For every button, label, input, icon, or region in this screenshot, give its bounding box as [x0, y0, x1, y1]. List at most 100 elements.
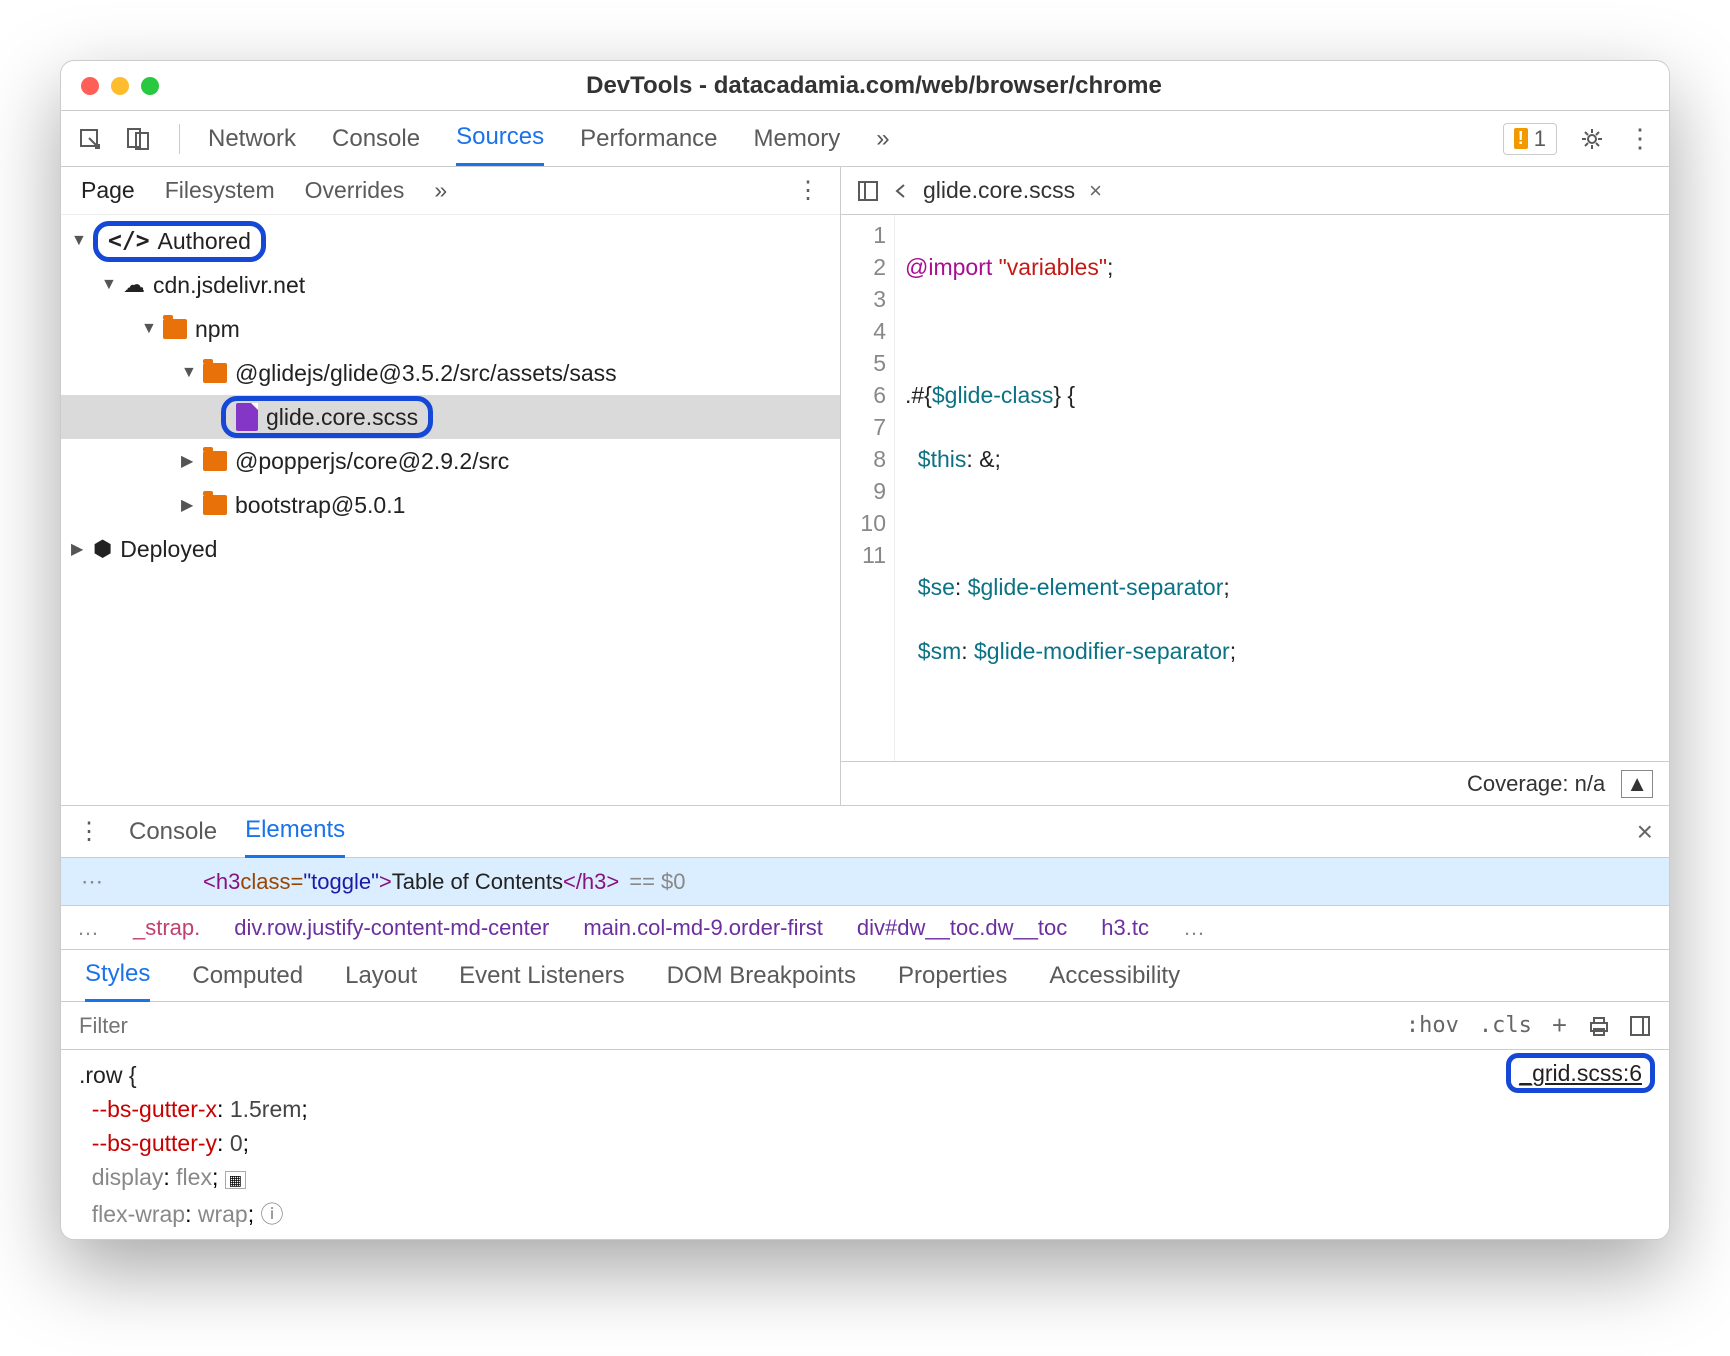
line-number: 10 — [841, 507, 886, 539]
chevron-left-icon[interactable] — [893, 183, 909, 199]
titlebar: DevTools - datacadamia.com/web/browser/c… — [61, 61, 1669, 111]
navigator-tabs: Page Filesystem Overrides » ⋮ — [61, 167, 840, 215]
cls-button[interactable]: .cls — [1479, 1013, 1532, 1038]
chevron-down-icon — [141, 320, 155, 338]
divider — [179, 124, 180, 154]
kebab-icon[interactable]: ⋮ — [1627, 123, 1653, 154]
tab-computed[interactable]: Computed — [192, 962, 303, 990]
tab-console[interactable]: Console — [332, 113, 420, 165]
drawer: ⋮ Console Elements × ⋯ <h3 class="toggle… — [61, 805, 1669, 1239]
subtab-page[interactable]: Page — [81, 177, 135, 204]
cdn-label: cdn.jsdelivr.net — [153, 272, 305, 299]
css-val: 0 — [230, 1130, 243, 1156]
gear-icon[interactable] — [1579, 126, 1605, 152]
tab-props[interactable]: Properties — [898, 962, 1007, 990]
ellipsis-icon: ⋯ — [81, 869, 103, 895]
panel-tabs: Network Console Sources Performance Memo… — [208, 111, 890, 166]
tab-a11y[interactable]: Accessibility — [1049, 962, 1180, 990]
tab-domb[interactable]: DOM Breakpoints — [667, 962, 856, 990]
crumb[interactable]: h3.tc — [1101, 915, 1149, 941]
glidepath-label: @glidejs/glide@3.5.2/src/assets/sass — [235, 360, 617, 387]
css-val: flex — [176, 1164, 212, 1190]
sidebar-toggle-icon[interactable] — [857, 180, 879, 202]
info-icon[interactable]: ⓘ — [261, 1201, 284, 1227]
chevron-right-icon — [71, 539, 85, 559]
line-number: 5 — [841, 347, 886, 379]
device-icon[interactable] — [125, 126, 151, 152]
line-number: 7 — [841, 411, 886, 443]
zoom-window-icon[interactable] — [141, 77, 159, 95]
line-number: 11 — [841, 539, 886, 571]
subtab-overrides[interactable]: Overrides — [305, 177, 405, 204]
tab-more[interactable]: » — [876, 113, 889, 165]
sidebar-toggle-icon[interactable] — [1629, 1015, 1651, 1037]
dom-tag: <h3 — [203, 869, 240, 895]
kebab-icon[interactable]: ⋮ — [77, 817, 101, 846]
style-selector: .row { — [79, 1058, 1651, 1092]
tab-performance[interactable]: Performance — [580, 113, 717, 165]
tree-bootstrap[interactable]: bootstrap@5.0.1 — [61, 483, 840, 527]
editor-filename[interactable]: glide.core.scss — [923, 177, 1075, 204]
drawer-tab-elements[interactable]: Elements — [245, 805, 345, 858]
crumb[interactable]: div#dw__toc.dw__toc — [857, 915, 1067, 941]
chevron-right-icon — [181, 451, 195, 471]
css-val: 1.5rem — [230, 1096, 302, 1122]
source-link[interactable]: _grid.scss:6 — [1506, 1056, 1655, 1090]
tab-events[interactable]: Event Listeners — [459, 962, 624, 990]
crumb[interactable]: _strap. — [133, 915, 200, 941]
issues-count: 1 — [1534, 126, 1546, 152]
styles-pane[interactable]: _grid.scss:6 .row { --bs-gutter-x: 1.5re… — [61, 1050, 1669, 1239]
file-highlight: glide.core.scss — [221, 396, 433, 438]
crumb-more[interactable]: … — [1183, 915, 1205, 941]
crumb-more[interactable]: … — [77, 915, 99, 941]
subtab-more[interactable]: » — [434, 177, 447, 204]
close-icon[interactable]: × — [1637, 816, 1653, 848]
drawer-tabs: ⋮ Console Elements × — [61, 806, 1669, 858]
line-number: 8 — [841, 443, 886, 475]
drawer-tab-console[interactable]: Console — [129, 818, 217, 846]
collapse-icon[interactable]: ▲ — [1621, 770, 1653, 798]
dom-tag: > — [379, 869, 392, 895]
glidefile-label: glide.core.scss — [266, 404, 418, 431]
tab-layout[interactable]: Layout — [345, 962, 417, 990]
crumb[interactable]: div.row.justify-content-md-center — [234, 915, 549, 941]
tree-authored[interactable]: </> Authored — [61, 219, 840, 263]
minimize-window-icon[interactable] — [111, 77, 129, 95]
tab-memory[interactable]: Memory — [754, 113, 841, 165]
subtab-filesystem[interactable]: Filesystem — [165, 177, 275, 204]
close-icon[interactable]: × — [1089, 178, 1102, 204]
coverage-label: Coverage: n/a — [1467, 771, 1605, 797]
tab-sources[interactable]: Sources — [456, 111, 544, 166]
inspect-icon[interactable] — [77, 126, 103, 152]
flex-icon[interactable]: ▦ — [225, 1171, 246, 1189]
bootstrap-label: bootstrap@5.0.1 — [235, 492, 405, 519]
npm-label: npm — [195, 316, 240, 343]
print-icon[interactable] — [1587, 1015, 1609, 1037]
line-number: 3 — [841, 283, 886, 315]
tab-network[interactable]: Network — [208, 113, 296, 165]
authored-label: Authored — [158, 228, 251, 255]
dom-row[interactable]: ⋯ <h3 class="toggle">Table of Contents</… — [61, 858, 1669, 906]
add-rule-icon[interactable]: + — [1552, 1010, 1567, 1041]
issues-badge[interactable]: ! 1 — [1503, 123, 1557, 155]
tree-cdn[interactable]: ☁ cdn.jsdelivr.net — [61, 263, 840, 307]
tab-styles[interactable]: Styles — [85, 949, 150, 1002]
code-editor[interactable]: 1 2 3 4 5 6 7 8 9 10 11 @import "variabl… — [841, 215, 1669, 761]
close-window-icon[interactable] — [81, 77, 99, 95]
filter-input[interactable] — [79, 1013, 1386, 1039]
code-icon: </> — [108, 228, 150, 254]
line-number: 2 — [841, 251, 886, 283]
tree-deployed[interactable]: ⬢ Deployed — [61, 527, 840, 571]
tree-popper[interactable]: @popperjs/core@2.9.2/src — [61, 439, 840, 483]
tree-glide-path[interactable]: @glidejs/glide@3.5.2/src/assets/sass — [61, 351, 840, 395]
coverage-bar: Coverage: n/a ▲ — [841, 761, 1669, 805]
css-prop: --bs-gutter-x — [92, 1096, 217, 1122]
code-content[interactable]: @import "variables"; .#{$glide-class} { … — [895, 215, 1669, 761]
css-val: wrap — [198, 1201, 248, 1227]
kebab-icon[interactable]: ⋮ — [796, 176, 820, 205]
tree-glide-file[interactable]: glide.core.scss — [61, 395, 840, 439]
tree-npm[interactable]: npm — [61, 307, 840, 351]
line-number: 6 — [841, 379, 886, 411]
hov-button[interactable]: :hov — [1406, 1013, 1459, 1038]
crumb[interactable]: main.col-md-9.order-first — [583, 915, 823, 941]
